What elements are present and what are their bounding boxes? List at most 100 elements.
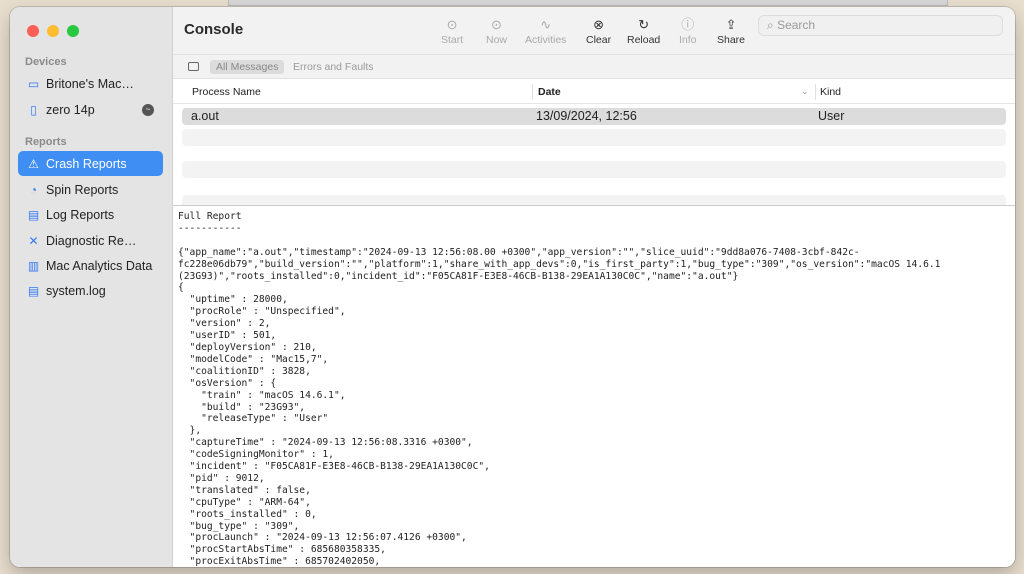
sidebar-item-phone[interactable]: ▯ zero 14p ~: [18, 97, 163, 122]
close-button[interactable]: [27, 25, 39, 37]
arrow-up-left-icon: ⊙: [486, 16, 507, 34]
sidebar-item-crash-reports[interactable]: ⚠ Crash Reports: [18, 151, 163, 176]
sidebar-item-diagnostic-reports[interactable]: ✕ Diagnostic Re…: [18, 228, 163, 253]
report-line: "cpuType" : "ARM-64",: [178, 497, 1010, 509]
report-line: -----------: [178, 223, 1010, 235]
spin-icon: ◔: [27, 183, 40, 197]
minimize-button[interactable]: [47, 25, 59, 37]
window-controls: [27, 25, 79, 37]
sort-chevron-icon: ⌄: [801, 86, 809, 97]
tools-icon: ✕: [27, 234, 40, 248]
report-line: "train" : "macOS 14.6.1",: [178, 390, 1010, 402]
now-label: Now: [486, 34, 507, 46]
reload-icon: ↻: [627, 16, 660, 34]
empty-row: [182, 129, 1006, 146]
report-line: Full Report: [178, 211, 1010, 223]
sidebar-item-system-log[interactable]: ▤ system.log: [18, 278, 163, 303]
report-line: "codeSigningMonitor" : 1,: [178, 449, 1010, 461]
play-icon: ⊙: [441, 16, 463, 34]
console-window: Devices ▭Britone's Mac… ▯zero 14p~ Repor…: [10, 7, 1015, 567]
report-line: "procStartAbsTime" : 685680358335,: [178, 544, 1010, 556]
column-kind[interactable]: Kind: [820, 86, 841, 98]
report-line: "deployVersion" : 210,: [178, 342, 1010, 354]
report-line: ​: [178, 235, 1010, 247]
document-icon: ▤: [27, 208, 40, 222]
report-line: "userID" : 501,: [178, 330, 1010, 342]
report-line: "procLaunch" : "2024-09-13 12:56:07.4126…: [178, 532, 1010, 544]
sidebar-toggle-icon[interactable]: [188, 62, 199, 71]
sidebar-item-label: Diagnostic Re…: [46, 234, 136, 248]
reload-label: Reload: [627, 34, 660, 46]
table-header: Process Name Date ⌄ Kind: [173, 80, 1015, 104]
start-button[interactable]: ⊙Start: [441, 16, 463, 46]
activities-button[interactable]: ∿Activities: [525, 16, 566, 46]
activities-label: Activities: [525, 34, 566, 46]
column-process-name[interactable]: Process Name: [192, 86, 261, 98]
sidebar-item-label: Britone's Mac…: [46, 77, 134, 91]
filter-bar: All Messages Errors and Faults: [173, 54, 1015, 79]
report-line: "releaseType" : "User": [178, 413, 1010, 425]
sidebar-item-spin-reports[interactable]: ◔ Spin Reports: [18, 177, 163, 202]
sidebar-item-label: zero 14p: [46, 103, 95, 117]
window-title: Console: [184, 21, 243, 38]
laptop-icon: ▭: [27, 77, 40, 91]
toolbar: Console ⊙Start ⊙Now ∿Activities ⊗Clear ↻…: [173, 7, 1015, 54]
sidebar-item-label: Crash Reports: [46, 157, 127, 171]
search-icon: ⌕: [767, 18, 777, 32]
warning-icon: ⚠: [27, 157, 40, 171]
report-text[interactable]: Full Report-----------​{"app_name":"a.ou…: [173, 205, 1015, 567]
filter-errors-faults[interactable]: Errors and Faults: [287, 60, 380, 74]
report-line: {"app_name":"a.out","timestamp":"2024-09…: [178, 247, 1010, 259]
sidebar-item-label: Spin Reports: [46, 183, 118, 197]
empty-row: [182, 161, 1006, 178]
cell-process: a.out: [191, 109, 219, 123]
report-line: {: [178, 282, 1010, 294]
report-line: "uptime" : 28000,: [178, 294, 1010, 306]
report-line: "osVersion" : {: [178, 378, 1010, 390]
report-line: "pid" : 9012,: [178, 473, 1010, 485]
report-line: },: [178, 425, 1010, 437]
report-line: "coalitionID" : 3828,: [178, 366, 1010, 378]
reports-table: a.out 13/09/2024, 12:56 User: [173, 105, 1015, 203]
report-line: "build" : "23G93",: [178, 402, 1010, 414]
cell-kind: User: [818, 109, 844, 123]
sidebar-item-mac-analytics[interactable]: ▥Mac Analytics Data: [18, 253, 163, 278]
sidebar-item-mac[interactable]: ▭ Britone's Mac…: [18, 71, 163, 96]
phone-icon: ▯: [27, 103, 40, 117]
main-pane: Console ⊙Start ⊙Now ∿Activities ⊗Clear ↻…: [173, 7, 1015, 567]
info-button[interactable]: ⓘInfo: [679, 16, 697, 46]
sidebar: Devices ▭Britone's Mac… ▯zero 14p~ Repor…: [10, 7, 173, 567]
sidebar-item-label: Mac Analytics Data: [46, 259, 152, 273]
activities-icon: ∿: [525, 16, 566, 34]
report-line: "roots_installed" : 0,: [178, 509, 1010, 521]
start-label: Start: [441, 34, 463, 46]
report-line: "version" : 2,: [178, 318, 1010, 330]
clear-icon: ⊗: [586, 16, 611, 34]
report-line: "bug_type" : "309",: [178, 521, 1010, 533]
search-input[interactable]: ⌕ Search: [758, 15, 1003, 36]
report-line: "translated" : false,: [178, 485, 1010, 497]
info-label: Info: [679, 34, 697, 46]
column-date[interactable]: Date: [538, 86, 561, 98]
zoom-button[interactable]: [67, 25, 79, 37]
reload-button[interactable]: ↻Reload: [627, 16, 660, 46]
share-button[interactable]: ⇪Share: [717, 16, 745, 46]
now-button[interactable]: ⊙Now: [486, 16, 507, 46]
clear-label: Clear: [586, 34, 611, 46]
column-divider[interactable]: [815, 84, 816, 100]
column-divider[interactable]: [532, 84, 533, 100]
filter-all-messages[interactable]: All Messages: [210, 60, 284, 74]
sidebar-item-label: system.log: [46, 284, 106, 298]
search-placeholder: Search: [777, 18, 815, 32]
report-line: fc228e06db79","build_version":"","platfo…: [178, 259, 1010, 271]
report-line: "procExitAbsTime" : 685702402050,: [178, 556, 1010, 567]
reports-heading: Reports: [25, 136, 67, 148]
device-status-icon: ~: [142, 104, 154, 116]
sidebar-item-log-reports[interactable]: ▤Log Reports: [18, 202, 163, 227]
background-window: [228, 0, 948, 6]
document-icon: ▤: [27, 284, 40, 298]
report-line: "procRole" : "Unspecified",: [178, 306, 1010, 318]
table-row[interactable]: a.out 13/09/2024, 12:56 User: [182, 108, 1006, 125]
info-icon: ⓘ: [679, 16, 697, 34]
clear-button[interactable]: ⊗Clear: [586, 16, 611, 46]
